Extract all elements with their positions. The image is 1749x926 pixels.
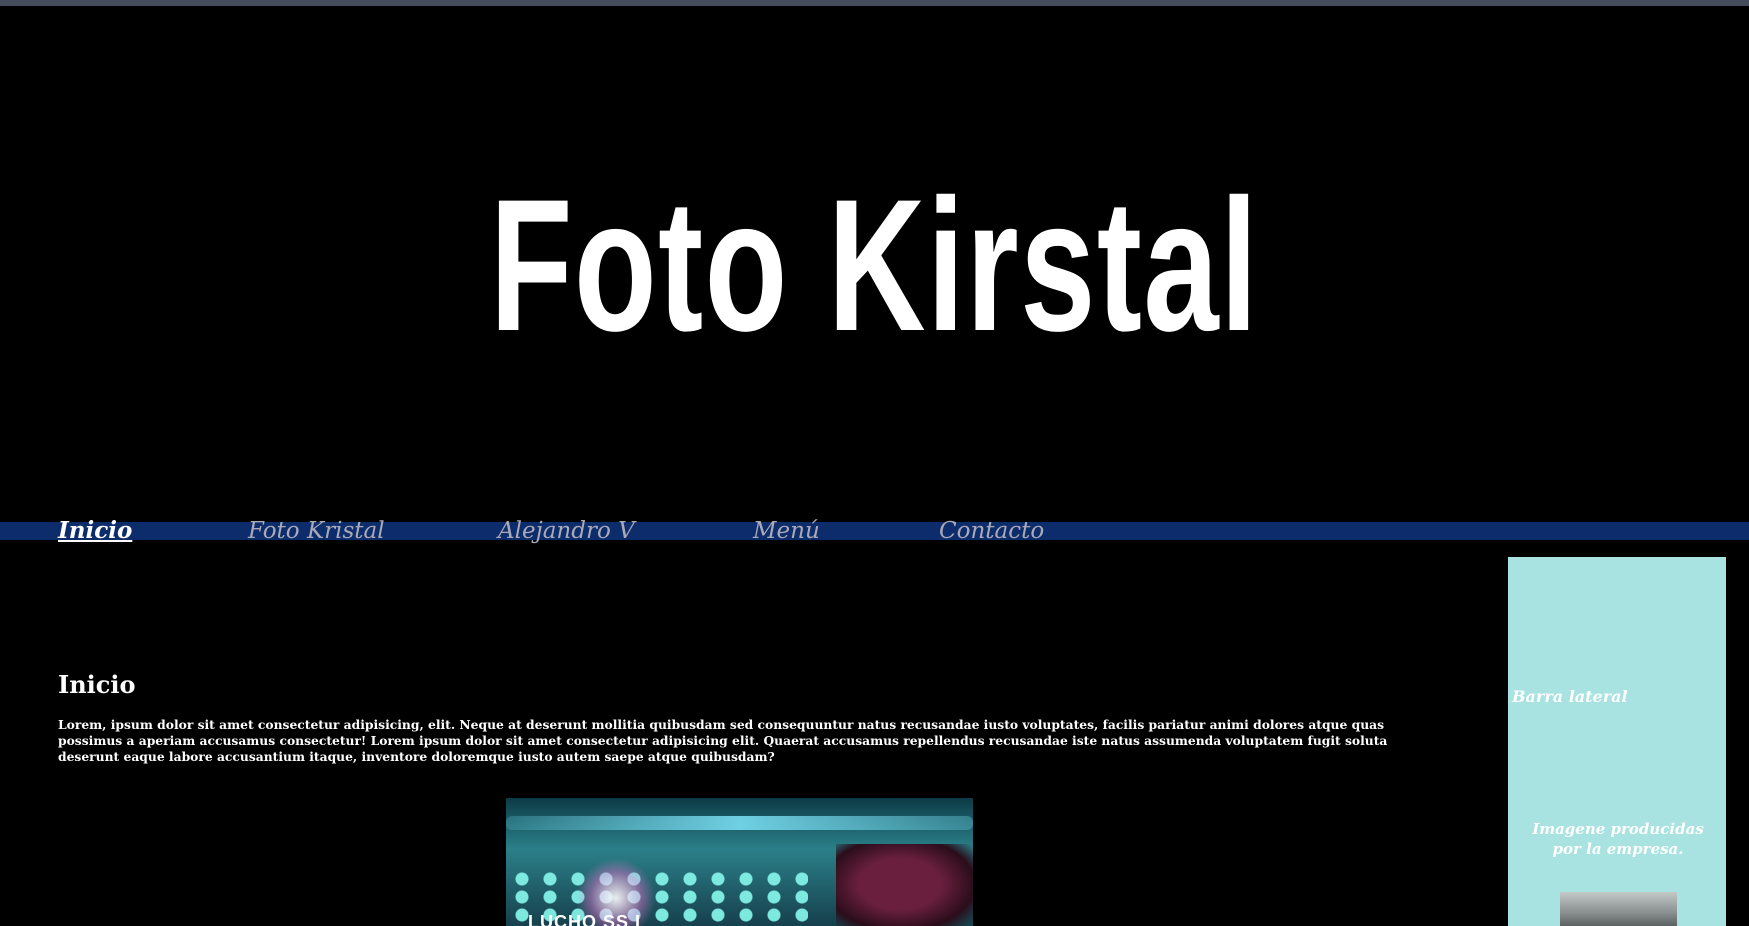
nav-item-contacto[interactable]: Contacto: [939, 517, 1044, 545]
main-heading: Inicio: [58, 670, 136, 699]
nav-item-alejandro-v[interactable]: Alejandro V: [498, 517, 635, 545]
image-caption: LUCHO SS I: [528, 912, 642, 926]
sidebar-title: Barra lateral: [1512, 687, 1628, 706]
main-paragraph: Lorem, ipsum dolor sit amet consectetur …: [58, 717, 1388, 764]
sidebar: Barra lateral Imagene producidas por la …: [1508, 557, 1726, 926]
nav-item-foto-kristal[interactable]: Foto Kristal: [248, 517, 385, 545]
image-light-stripe: [506, 816, 973, 830]
nav-item-menu[interactable]: Menú: [753, 517, 820, 545]
featured-image: LUCHO SS I: [506, 798, 973, 926]
image-robot-shape: [836, 844, 973, 926]
site-title: Foto Kirstal: [489, 160, 1260, 370]
hero-header: Foto Kirstal: [0, 6, 1749, 522]
sidebar-image: [1560, 892, 1677, 926]
sidebar-caption: Imagene producidas por la empresa.: [1532, 820, 1704, 858]
nav-item-inicio[interactable]: Inicio: [58, 517, 132, 545]
